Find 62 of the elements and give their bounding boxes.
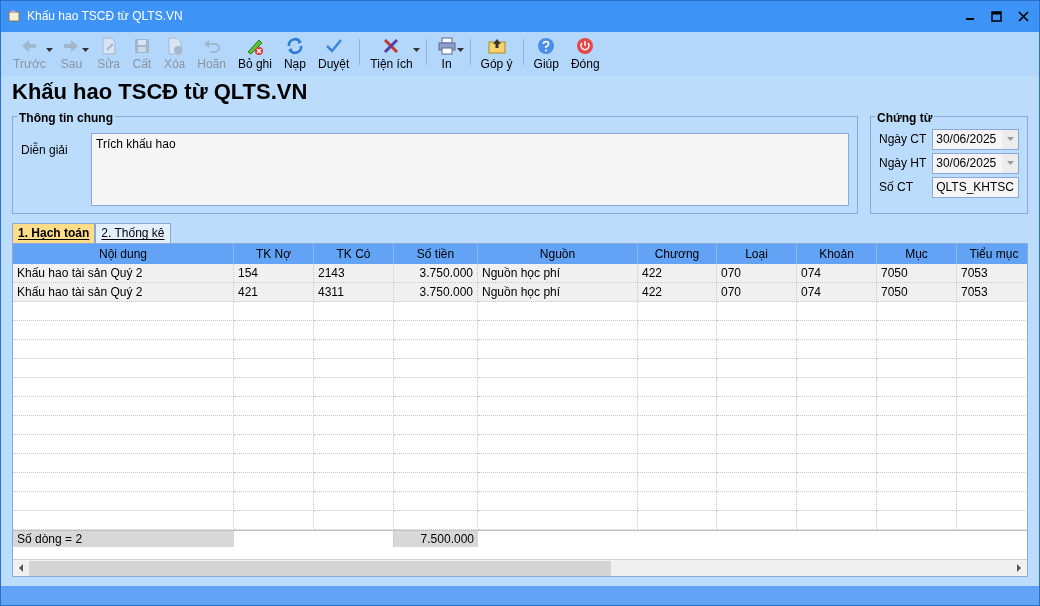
dropdown-caret-icon[interactable] (456, 47, 464, 52)
table-cell: 2143 (314, 263, 394, 283)
field-label: Ngày CT (879, 131, 928, 148)
table-cell: 4311 (314, 282, 394, 302)
table-cell: 070 (717, 282, 797, 302)
toolbar-button[interactable]: Góp ý (474, 33, 519, 72)
table-cell: 7050 (877, 282, 957, 302)
column-header[interactable]: Khoản (797, 243, 877, 264)
table-cell: 7053 (957, 282, 1027, 302)
table-cell: Khấu hao tài sản Quý 2 (13, 282, 234, 302)
printer-icon (436, 35, 457, 56)
table-cell: 154 (234, 263, 314, 283)
toolbar-button[interactable]: Đóng (564, 33, 606, 72)
field-label: Diễn giải (21, 141, 69, 159)
column-header[interactable]: Nội dung (13, 243, 234, 264)
table-cell: Nguồn học phí (478, 282, 638, 302)
date-picker[interactable]: 30/06/2025 (932, 128, 1019, 150)
column-header[interactable]: Mục (877, 243, 957, 264)
column-header[interactable]: Số tiền (394, 243, 478, 264)
help-icon (536, 35, 557, 56)
maximize-icon[interactable] (991, 10, 1002, 22)
total-amount: 7.500.000 (394, 530, 478, 547)
toolbar-button[interactable]: Tiện ích (364, 33, 419, 72)
field-label: Ngày HT (879, 155, 928, 172)
table-cell: 422 (638, 263, 717, 283)
tab[interactable]: 1. Hạch toán (12, 222, 96, 243)
table-cell: Nguồn học phí (478, 263, 638, 283)
description-field[interactable]: Trích khấu hao (91, 132, 849, 206)
toolbar-button[interactable]: Giúp (527, 33, 565, 72)
column-header[interactable]: Chương (638, 243, 717, 264)
page-heading: Khấu hao TSCĐ từ QLTS.VN (11, 77, 309, 106)
toolbar-button[interactable]: Duyệt (311, 33, 356, 72)
app-icon (7, 9, 21, 24)
voucher-number-field[interactable]: QLTS_KHTSC (932, 176, 1019, 198)
column-header[interactable]: TK Nợ (234, 243, 314, 264)
power-icon (575, 35, 596, 56)
date-picker[interactable]: 30/06/2025 (932, 152, 1019, 174)
column-header[interactable]: TK Có (314, 243, 394, 264)
table-cell: 7053 (957, 263, 1027, 283)
dropdown-caret-icon[interactable] (412, 47, 420, 52)
column-header[interactable]: Loại (717, 243, 797, 264)
table-cell: 074 (797, 263, 877, 283)
column-header[interactable]: Tiểu mục (957, 243, 1027, 264)
table-cell: 3.750.000 (394, 282, 478, 302)
window-title: Khấu hao TSCĐ từ QLTS.VN (27, 8, 183, 26)
table-cell: 7050 (877, 263, 957, 283)
field-label: Số CT (879, 179, 914, 196)
tab[interactable]: 2. Thống kê (95, 222, 171, 243)
table-cell: Khấu hao tài sản Quý 2 (13, 263, 234, 283)
table-cell: 421 (234, 282, 314, 302)
toolbar-button[interactable]: In (430, 33, 463, 72)
toolbar-button[interactable]: Nạp (277, 33, 312, 72)
column-header[interactable]: Nguồn (478, 243, 638, 264)
table-cell: 3.750.000 (394, 263, 478, 283)
toolbar-button[interactable]: Bỏ ghi (231, 33, 278, 72)
table-cell: 422 (638, 282, 717, 302)
scrollbar-thumb[interactable] (29, 560, 611, 576)
row-count: Số dòng = 2 (13, 530, 234, 547)
close-icon[interactable] (1018, 10, 1029, 22)
table-cell: 070 (717, 263, 797, 283)
table-cell: 074 (797, 282, 877, 302)
horizontal-scrollbar[interactable] (13, 559, 1027, 577)
